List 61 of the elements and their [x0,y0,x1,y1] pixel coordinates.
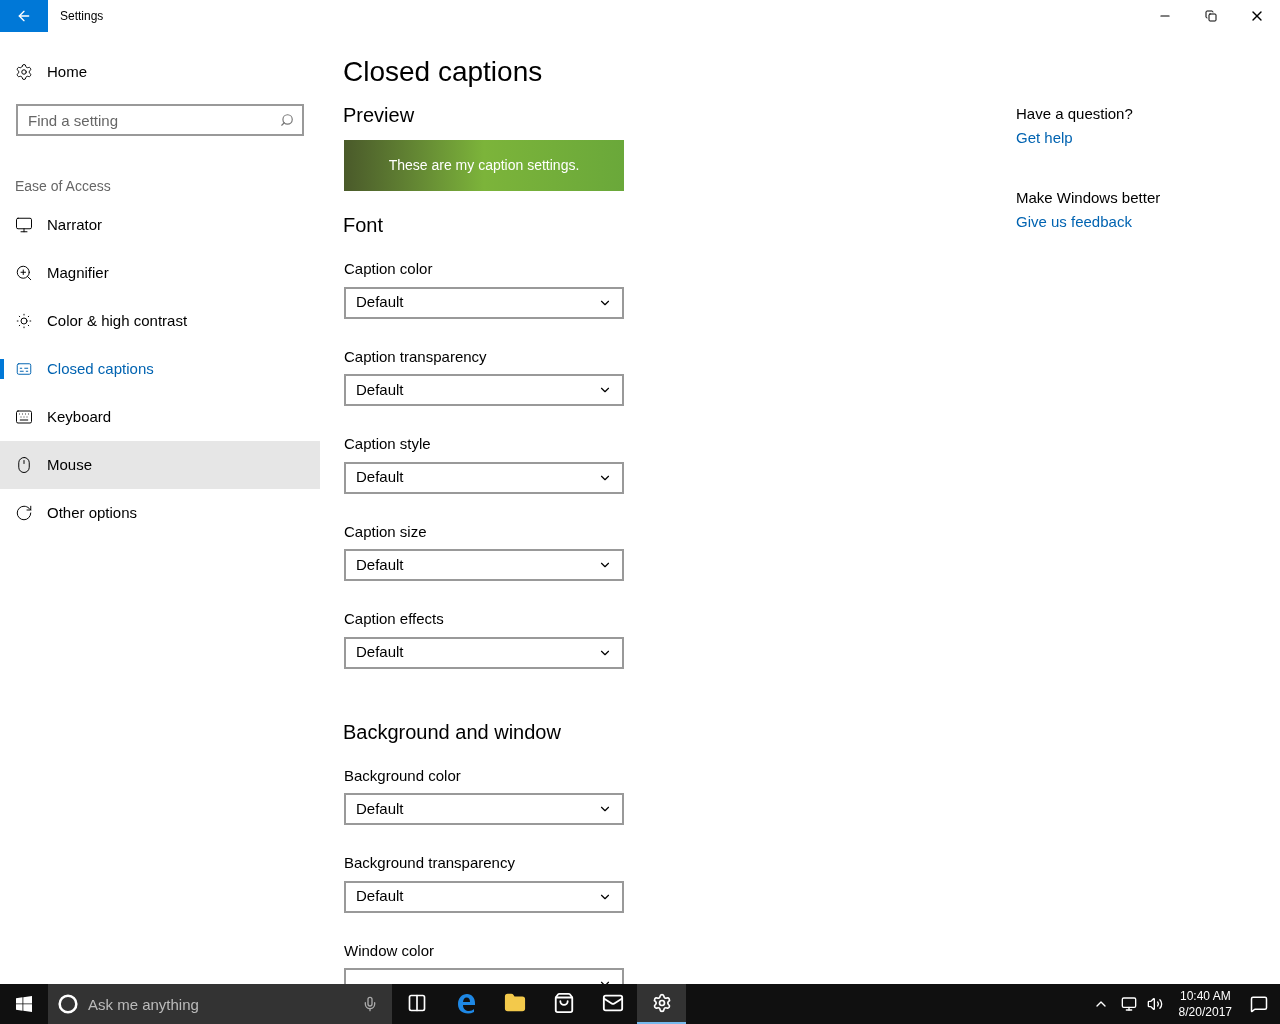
help-heading: Make Windows better [1016,188,1162,208]
field-label: Background color [344,765,462,786]
field-label: Caption color [344,259,434,279]
restore-icon [1205,10,1217,22]
settings-icon [651,993,672,1013]
monitor-icon [15,216,33,234]
keyboard-icon [15,408,33,426]
field-label: Window color [344,940,436,961]
volume-icon[interactable] [1146,996,1163,1012]
field-label: Caption effects [344,609,445,629]
sidebar-item[interactable]: Closed captions [0,345,320,393]
zoom-in-icon [15,264,33,282]
mouse-icon [15,456,33,474]
sidebar-item[interactable]: Color & high contrast [0,297,320,345]
dropdown[interactable]: Default [344,374,624,406]
section-label: Ease of Access [14,177,112,196]
field-label: Caption size [344,521,428,542]
notification-icon[interactable] [1250,995,1268,1013]
dropdown[interactable]: Default [344,286,624,319]
taskbar-search[interactable]: Ask me anything [48,984,392,1024]
back-button[interactable] [0,0,48,32]
page-title: Closed captions [343,55,544,89]
dropdown[interactable]: Default [344,636,624,669]
back-icon [16,8,32,24]
help-link[interactable]: Give us feedback [1016,213,1132,230]
home-item[interactable]: Home [0,48,320,96]
microphone-icon [362,996,378,1012]
section-heading: Preview [343,103,416,128]
taskbar-app[interactable] [637,984,686,1024]
field-label: Caption style [344,434,432,454]
sidebar-item[interactable]: Keyboard [0,393,320,441]
preview-caption: These are my caption settings. [388,156,580,175]
rotate-icon [15,504,33,522]
help-heading: Have a question? [1016,104,1134,124]
sidebar-item[interactable]: Mouse [0,441,320,489]
captions-icon [15,360,33,378]
sun-icon [15,312,33,330]
settings-icon [15,63,33,81]
circle-icon [58,994,78,1014]
task-view-icon [406,993,427,1013]
section-heading: Font [343,213,385,238]
sidebar-item[interactable]: Magnifier [0,249,320,297]
dropdown[interactable]: Default [344,549,624,581]
field-label: Caption transparency [344,346,488,367]
folder-icon [503,992,526,1014]
dropdown[interactable]: Default [344,793,624,825]
clock[interactable]: 10:40 AM 8/20/2017 [1172,988,1238,1020]
search-field[interactable]: Find a setting [16,104,304,136]
sidebar-item[interactable]: Other options [0,489,320,537]
mail-icon [601,992,624,1014]
shopping-bag-icon [552,992,575,1014]
help-link[interactable]: Get help [1016,129,1073,146]
sidebar-item[interactable]: Narrator [0,201,320,249]
dropdown[interactable]: Default [344,880,624,913]
dropdown[interactable]: Default [344,461,624,494]
window-title: Settings [60,8,104,25]
field-label: Background transparency [344,853,516,873]
network-icon[interactable] [1120,996,1137,1012]
section-heading: Background and window [343,719,562,745]
search-icon [280,113,294,127]
windows-logo-icon [16,996,32,1012]
